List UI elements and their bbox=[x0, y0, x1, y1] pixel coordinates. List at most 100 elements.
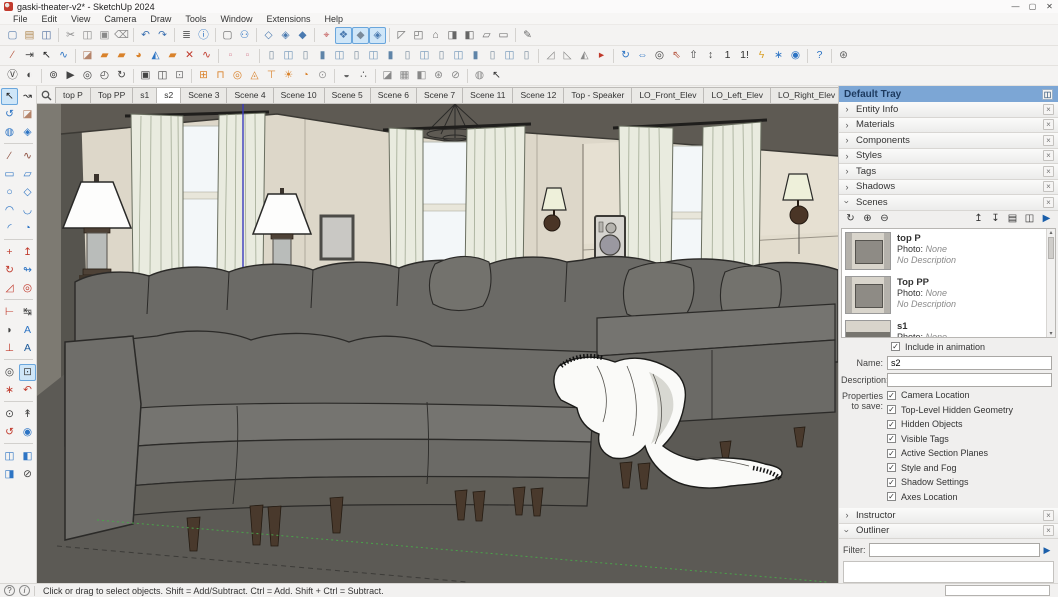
checkbox-style-and-fog[interactable]: ✓ bbox=[887, 463, 896, 472]
tray-section-scenes[interactable]: ›Scenes× bbox=[839, 195, 1058, 211]
style-textured-icon[interactable]: ❖ bbox=[335, 27, 352, 44]
axes-tool-icon[interactable]: ⊥ bbox=[1, 340, 18, 357]
rectangle-icon[interactable]: ▭ bbox=[1, 166, 18, 183]
sketchy-edges-icon[interactable]: ✎ bbox=[519, 27, 536, 44]
section-cut-small-icon[interactable]: ▫ bbox=[239, 47, 256, 64]
make-unique-icon[interactable]: ↺ bbox=[1, 106, 18, 123]
close-section-entity-info-button[interactable]: × bbox=[1043, 104, 1054, 115]
menu-item-file[interactable]: File bbox=[6, 14, 35, 24]
three-point-arc-icon[interactable]: ◜ bbox=[1, 220, 18, 237]
open-icon[interactable]: ▤ bbox=[21, 27, 38, 44]
cross-red-icon[interactable]: ✕ bbox=[181, 47, 198, 64]
fredo-round-icon[interactable]: ◕ bbox=[130, 47, 147, 64]
close-section-tags-button[interactable]: × bbox=[1043, 166, 1054, 177]
view-left-icon[interactable]: ▱ bbox=[478, 27, 495, 44]
flag-red-icon[interactable]: ▸ bbox=[593, 47, 610, 64]
zoom-extents-icon[interactable]: ⌖ bbox=[318, 27, 335, 44]
scroll-down-icon[interactable]: ▾ bbox=[1047, 330, 1055, 337]
eraser2-icon[interactable]: ◪ bbox=[79, 47, 96, 64]
door-panel-16-icon[interactable]: ▯ bbox=[518, 47, 535, 64]
door-panel-6-icon[interactable]: ▯ bbox=[348, 47, 365, 64]
model-info-icon[interactable]: ⓘ bbox=[195, 27, 212, 44]
view-front-icon[interactable]: ⌂ bbox=[427, 27, 444, 44]
protractor-icon[interactable]: ◗ bbox=[1, 322, 18, 339]
vray-scatter-icon[interactable]: ∴ bbox=[355, 67, 372, 84]
vray-viewport-render-icon[interactable]: ◎ bbox=[79, 67, 96, 84]
solid-union-icon[interactable]: ▰ bbox=[164, 47, 181, 64]
print-icon[interactable]: ≣ bbox=[178, 27, 195, 44]
hide-rest-icon[interactable]: ⊘ bbox=[19, 466, 36, 483]
tray-section-components[interactable]: ›Components× bbox=[839, 133, 1058, 149]
select-tool-icon[interactable]: ↖ bbox=[1, 88, 18, 105]
eraser-tool-icon[interactable]: ◪ bbox=[19, 106, 36, 123]
vray-sphere-gray-icon[interactable]: ⊙ bbox=[314, 67, 331, 84]
scene-tab-scene-4[interactable]: Scene 4 bbox=[226, 87, 273, 103]
vray-cosmos-icon[interactable]: ◍ bbox=[471, 67, 488, 84]
copy-icon[interactable]: ◫ bbox=[79, 27, 96, 44]
toggle-details-icon[interactable]: ▶ bbox=[1039, 212, 1054, 227]
checkbox-active-section-planes[interactable]: ✓ bbox=[887, 449, 896, 458]
remove-scene-icon[interactable]: ⊖ bbox=[877, 212, 892, 227]
maximize-button[interactable]: ▢ bbox=[1024, 0, 1041, 13]
door-panel-13-icon[interactable]: ▮ bbox=[467, 47, 484, 64]
section-plane-icon[interactable]: ◫ bbox=[1, 448, 18, 465]
vray-light-ies-icon[interactable]: ◬ bbox=[246, 67, 263, 84]
flash-icon[interactable]: ϟ bbox=[753, 47, 770, 64]
style-wireframe-icon[interactable]: ◇ bbox=[260, 27, 277, 44]
help-icon[interactable]: ? bbox=[811, 47, 828, 64]
two-point-arc-icon[interactable]: ◡ bbox=[19, 202, 36, 219]
geolocation-icon[interactable]: ? bbox=[4, 585, 15, 596]
update-scene-icon[interactable]: ↻ bbox=[843, 212, 858, 227]
vray-assets-icon[interactable]: ◐ bbox=[21, 67, 38, 84]
polygon-icon[interactable]: ◇ bbox=[19, 184, 36, 201]
stamp-tool-icon[interactable]: ◈ bbox=[19, 124, 36, 141]
vray-render-icon[interactable]: ⊚ bbox=[45, 67, 62, 84]
scene-tab-scene-6[interactable]: Scene 6 bbox=[370, 87, 417, 103]
fredo-box-icon[interactable]: ▰ bbox=[113, 47, 130, 64]
view-back-icon[interactable]: ◧ bbox=[461, 27, 478, 44]
vray-frame-buffer-icon[interactable]: ▣ bbox=[137, 67, 154, 84]
scene-tab-top-speaker[interactable]: Top - Speaker bbox=[563, 87, 632, 103]
scene-list-item-top-pp[interactable]: Top PPPhoto: NoneNo Description bbox=[842, 273, 1046, 317]
checkbox-camera-location[interactable]: ✓ bbox=[887, 391, 896, 400]
scene-tab-lo-right-elev[interactable]: LO_Right_Elev bbox=[770, 87, 838, 103]
tape-measure-icon[interactable]: ⊢ bbox=[1, 304, 18, 321]
door-panel-10-icon[interactable]: ◫ bbox=[416, 47, 433, 64]
door-panel-12-icon[interactable]: ◫ bbox=[450, 47, 467, 64]
door-panel-7-icon[interactable]: ◫ bbox=[365, 47, 382, 64]
viewport-3d[interactable] bbox=[37, 104, 838, 583]
one-icon[interactable]: 1 bbox=[719, 47, 736, 64]
scene-tab-scene-5[interactable]: Scene 5 bbox=[324, 87, 371, 103]
vray-clipper-icon[interactable]: ◪ bbox=[379, 67, 396, 84]
vray-decal-icon[interactable]: ◧ bbox=[413, 67, 430, 84]
tray-section-styles[interactable]: ›Styles× bbox=[839, 149, 1058, 165]
door-panel-8-icon[interactable]: ▮ bbox=[382, 47, 399, 64]
roof-tool-2-icon[interactable]: ◺ bbox=[559, 47, 576, 64]
vray-lock-icon[interactable]: ⊡ bbox=[171, 67, 188, 84]
checkbox-hidden-objects[interactable]: ✓ bbox=[887, 420, 896, 429]
scene-tab-top-p[interactable]: top P bbox=[55, 87, 91, 103]
scene-tab-scene-7[interactable]: Scene 7 bbox=[416, 87, 463, 103]
vray-logo-icon[interactable]: Ⓥ bbox=[4, 67, 21, 84]
door-panel-15-icon[interactable]: ◫ bbox=[501, 47, 518, 64]
menu-item-camera[interactable]: Camera bbox=[97, 14, 143, 24]
vray-interactive-icon[interactable]: ▶ bbox=[62, 67, 79, 84]
scene-list-scrollbar[interactable]: ▴ ▾ bbox=[1046, 229, 1055, 337]
settings-icon[interactable]: ⊛ bbox=[835, 47, 852, 64]
tray-section-shadows[interactable]: ›Shadows× bbox=[839, 180, 1058, 196]
walk-tool-icon[interactable]: ↟ bbox=[19, 406, 36, 423]
style-monochrome-icon[interactable]: ◆ bbox=[352, 27, 369, 44]
tray-section-tags[interactable]: ›Tags× bbox=[839, 164, 1058, 180]
add-scene-icon[interactable]: ⊕ bbox=[860, 212, 875, 227]
rotate-tool-icon[interactable]: ↻ bbox=[1, 262, 18, 279]
vray-light-spot-icon[interactable]: ⊤ bbox=[263, 67, 280, 84]
menu-item-view[interactable]: View bbox=[64, 14, 97, 24]
style-hidden-line-icon[interactable]: ◈ bbox=[277, 27, 294, 44]
vray-light-mesh-icon[interactable]: ◔ bbox=[297, 67, 314, 84]
checkbox-axes-location[interactable]: ✓ bbox=[887, 492, 896, 501]
door-panel-14-icon[interactable]: ▯ bbox=[484, 47, 501, 64]
undo-icon[interactable]: ↶ bbox=[137, 27, 154, 44]
zoom-previous-icon[interactable]: ↶ bbox=[19, 382, 36, 399]
prev-view-icon[interactable]: ⇖ bbox=[668, 47, 685, 64]
search-icon[interactable] bbox=[37, 88, 55, 103]
